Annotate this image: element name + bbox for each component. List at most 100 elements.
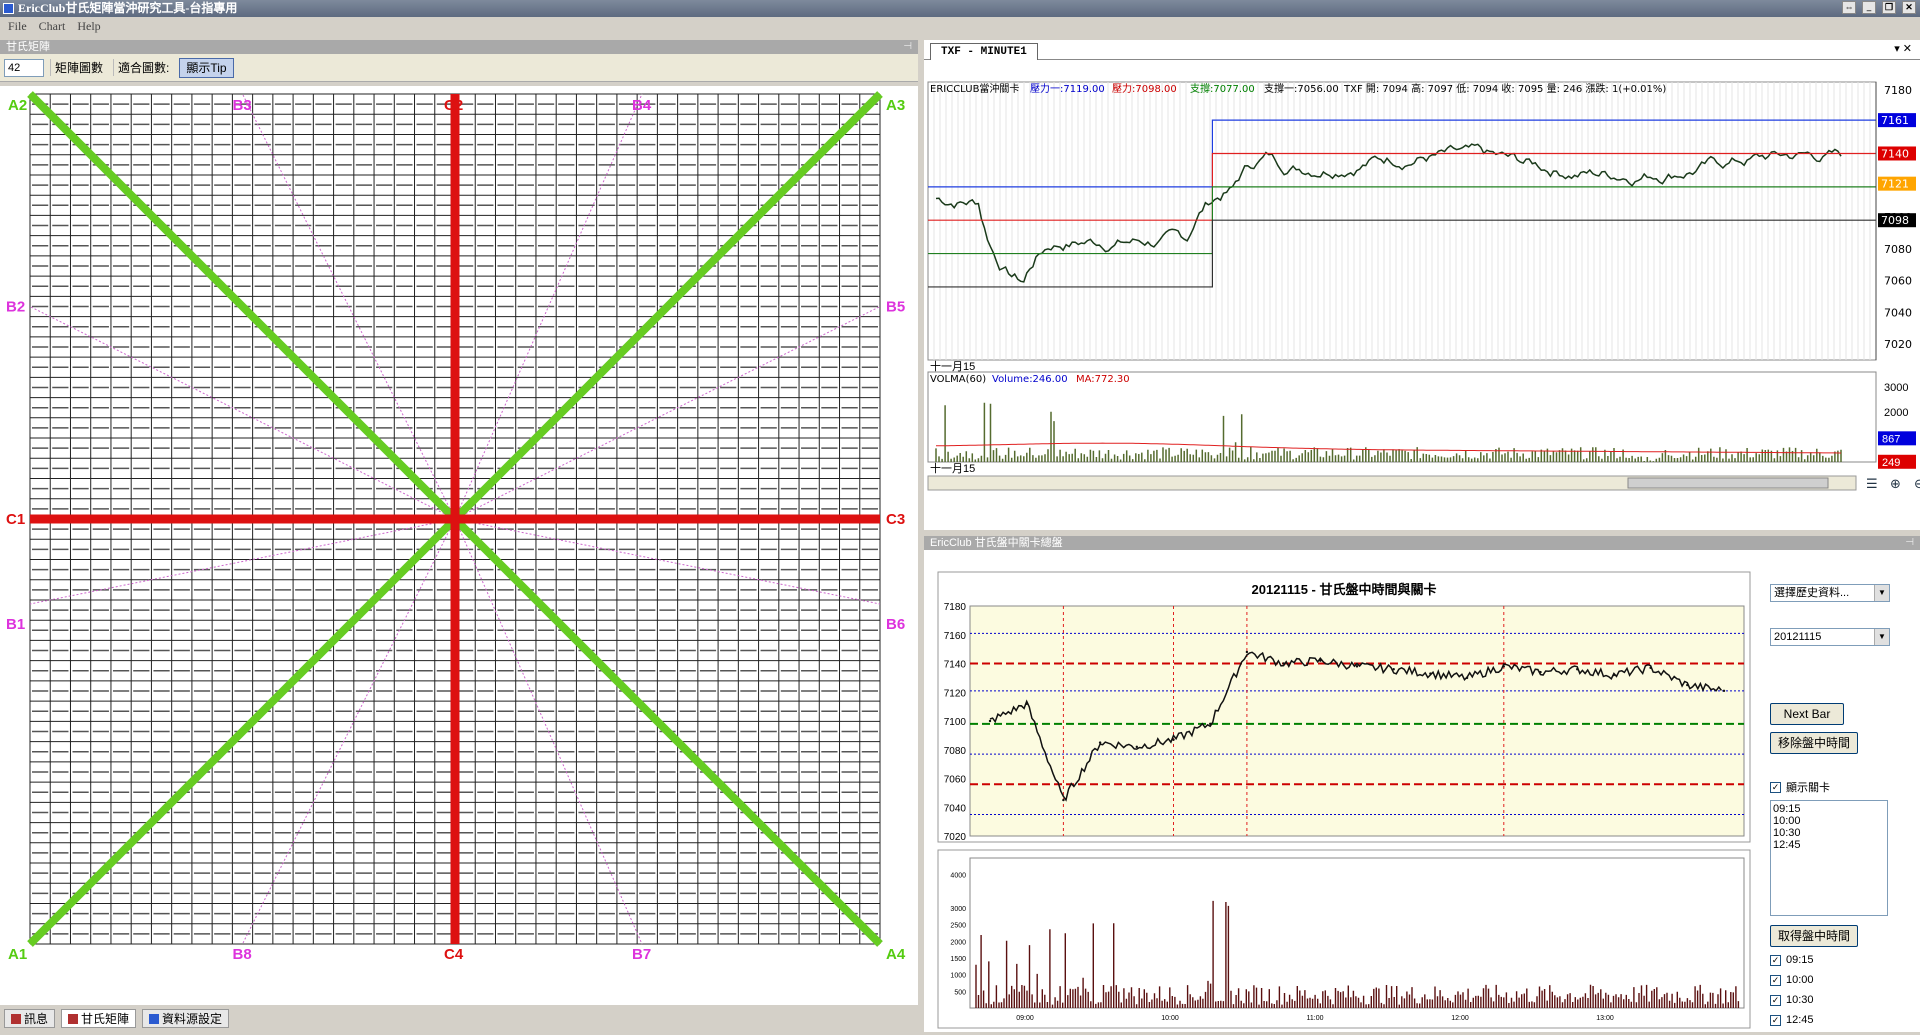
maximize-button[interactable]: ❐ bbox=[1882, 1, 1896, 14]
price-tag-label: 7098 bbox=[1881, 214, 1909, 227]
menu-help[interactable]: Help bbox=[77, 17, 100, 36]
matrix-label-b5: B5 bbox=[886, 299, 905, 316]
message-icon bbox=[11, 1013, 21, 1024]
intraday-gann-chart[interactable]: 20121115 - 甘氏盤中時間與關卡 7180 7160 7140 7120 7100… bbox=[924, 550, 1764, 1032]
chevron-down-icon: ▼ bbox=[1874, 585, 1889, 601]
date-label: 十一月15 bbox=[930, 461, 975, 475]
checkbox-label: 09:15 bbox=[1786, 954, 1814, 966]
matrix-label-b8: B8 bbox=[233, 946, 252, 963]
tab-messages[interactable]: 訊息 bbox=[4, 1009, 56, 1028]
time-axis-label: 10:00 bbox=[1161, 1015, 1179, 1022]
list-item[interactable]: 12:45 bbox=[1773, 839, 1885, 851]
get-intraday-time-button[interactable]: 取得盤中時間 bbox=[1770, 925, 1858, 947]
matrix-label-b3: B3 bbox=[233, 97, 252, 114]
list-item[interactable]: 10:30 bbox=[1773, 827, 1885, 839]
matrix-icon bbox=[68, 1013, 79, 1024]
menu-file[interactable]: File bbox=[8, 17, 27, 36]
time-checkbox[interactable]: ✓ 12:45 bbox=[1770, 1014, 1814, 1026]
window-title-bar: EricClub甘氏矩陣當沖研究工具-台指專用 ⇔ _ ❐ ✕ bbox=[0, 0, 1920, 17]
pin-icon[interactable]: ⊣ bbox=[1905, 536, 1914, 550]
pin-icon[interactable]: ⊣ bbox=[903, 40, 912, 54]
gann-matrix-pane: 甘氏矩陣 ⊣ 矩陣圖數 適合圖數: 顯示Tip A2 B3 C2 B4 A3 B2 B5 C1 C… bbox=[0, 40, 918, 1005]
matrix-label-b4: B4 bbox=[632, 97, 652, 114]
volume-y-tick: 1500 bbox=[950, 956, 966, 963]
next-bar-button[interactable]: Next Bar bbox=[1770, 703, 1844, 725]
close-button[interactable]: ✕ bbox=[1902, 1, 1916, 14]
checkbox-icon: ✓ bbox=[1770, 994, 1781, 1006]
list-item[interactable]: 09:15 bbox=[1773, 803, 1885, 815]
date-select[interactable]: 20121115 ▼ bbox=[1770, 628, 1890, 646]
time-checkbox[interactable]: ✓ 10:00 bbox=[1770, 974, 1814, 986]
date-label: 十一月15 bbox=[930, 359, 975, 373]
tab-label: 甘氏矩陣 bbox=[81, 1012, 130, 1026]
gann-matrix: A2 B3 C2 B4 A3 B2 B5 C1 C3 B1 B6 A1 B8 C4 B7 A4 bbox=[0, 86, 918, 1005]
matrix-label-b2: B2 bbox=[6, 299, 25, 316]
tab-txf-minute1[interactable]: TXF - MINUTE1 bbox=[930, 43, 1038, 60]
show-tip-button[interactable]: 顯示Tip bbox=[179, 57, 234, 78]
history-select[interactable]: 選擇歷史資料... ▼ bbox=[1770, 584, 1890, 602]
matrix-size-input[interactable] bbox=[4, 58, 44, 77]
price-point bbox=[1392, 668, 1395, 671]
scrollbar-thumb[interactable] bbox=[1627, 477, 1829, 489]
price-legend-item: ERICCLUB當沖關卡 bbox=[930, 82, 1019, 95]
price-legend-item: 支撐一:7056.00 bbox=[1264, 82, 1339, 95]
gann-matrix-grid[interactable]: A2 B3 C2 B4 A3 B2 B5 C1 C3 B1 B6 A1 B8 C4 B7 A4 bbox=[0, 86, 918, 1005]
show-levels-checkbox[interactable]: ✓ 顯示關卡 bbox=[1770, 779, 1830, 795]
price-point bbox=[1429, 672, 1432, 675]
list-item[interactable]: 10:00 bbox=[1773, 815, 1885, 827]
date-select-value: 20121115 bbox=[1774, 631, 1822, 643]
menu-bar: File Chart Help bbox=[0, 17, 1920, 36]
chart-tab-strip: TXF - MINUTE1 ▾ ✕ bbox=[924, 40, 1920, 60]
price-point bbox=[1062, 798, 1065, 802]
price-point bbox=[1282, 662, 1285, 665]
matrix-label-c3: C3 bbox=[886, 511, 905, 528]
tab-data-source[interactable]: 資料源設定 bbox=[142, 1009, 230, 1028]
matrix-label-a1: A1 bbox=[8, 946, 27, 963]
pane-header: EricClub 甘氏盤中關卡總盤 ⊣ bbox=[924, 536, 1920, 550]
volume-legend-item: VOLMA(60) bbox=[930, 374, 986, 385]
tab-label: 資料源設定 bbox=[162, 1012, 223, 1026]
volume-panel bbox=[927, 371, 1877, 463]
restore-size-button[interactable]: ⇔ bbox=[1842, 1, 1856, 14]
window-title: EricClub甘氏矩陣當沖研究工具-台指專用 bbox=[18, 1, 238, 15]
price-point bbox=[1686, 683, 1689, 687]
price-volume-chart[interactable]: ERICCLUB當沖關卡 壓力一:7119.00 壓力:7098.00 支撐:7077… bbox=[924, 60, 1920, 530]
price-axis-tick: 7040 bbox=[1884, 306, 1912, 319]
y-tick-label: 7040 bbox=[944, 803, 967, 814]
time-checkbox[interactable]: ✓ 09:15 bbox=[1770, 954, 1814, 966]
minimize-button[interactable]: _ bbox=[1862, 1, 1876, 14]
remove-intraday-time-button[interactable]: 移除盤中時間 bbox=[1770, 732, 1858, 754]
price-legend-item: TXF 開: 7094 高: 7097 低: 7094 收: 7095 量: 2… bbox=[1343, 82, 1666, 95]
price-legend-item: 支撐:7077.00 bbox=[1190, 82, 1255, 95]
volume-y-tick: 1000 bbox=[950, 973, 966, 980]
pane-header: 甘氏矩陣 ⊣ bbox=[0, 40, 918, 54]
volume-axis-tick: 2000 bbox=[1884, 407, 1908, 419]
times-listbox[interactable]: 09:15 10:00 10:30 12:45 bbox=[1770, 800, 1888, 916]
price-axis-tick: 7180 bbox=[1884, 84, 1912, 97]
price-point bbox=[1722, 689, 1726, 693]
y-tick-label: 7180 bbox=[944, 602, 967, 613]
chevron-down-icon: ▼ bbox=[1874, 629, 1889, 645]
price-point bbox=[1319, 659, 1322, 662]
zoom-out-icon[interactable]: ⊖ bbox=[1914, 476, 1920, 491]
checkbox-label: 12:45 bbox=[1786, 1014, 1814, 1026]
time-checkbox[interactable]: ✓ 10:30 bbox=[1770, 994, 1814, 1006]
volume-y-tick: 500 bbox=[954, 989, 966, 996]
pane-title: EricClub 甘氏盤中關卡總盤 bbox=[930, 537, 1063, 549]
price-axis-tick: 7060 bbox=[1884, 275, 1912, 288]
close-tab-icon[interactable]: ▾ ✕ bbox=[1894, 42, 1912, 55]
matrix-count-label: 矩陣圖數 bbox=[50, 59, 107, 76]
y-tick-label: 7160 bbox=[944, 631, 967, 642]
matrix-label-b7: B7 bbox=[632, 946, 651, 963]
tab-gann-matrix[interactable]: 甘氏矩陣 bbox=[61, 1009, 137, 1028]
price-axis-tick: 7020 bbox=[1884, 338, 1912, 351]
matrix-label-b6: B6 bbox=[886, 616, 905, 633]
menu-chart[interactable]: Chart bbox=[39, 17, 66, 36]
settings-icon[interactable]: ☰ bbox=[1866, 476, 1878, 491]
checkbox-icon: ✓ bbox=[1770, 954, 1781, 966]
volume-y-tick: 2000 bbox=[950, 939, 966, 946]
zoom-in-icon[interactable]: ⊕ bbox=[1890, 476, 1901, 491]
matrix-label-c2: C2 bbox=[444, 97, 463, 114]
time-axis-label: 11:00 bbox=[1307, 1015, 1324, 1022]
history-select-value: 選擇歷史資料... bbox=[1774, 587, 1850, 599]
